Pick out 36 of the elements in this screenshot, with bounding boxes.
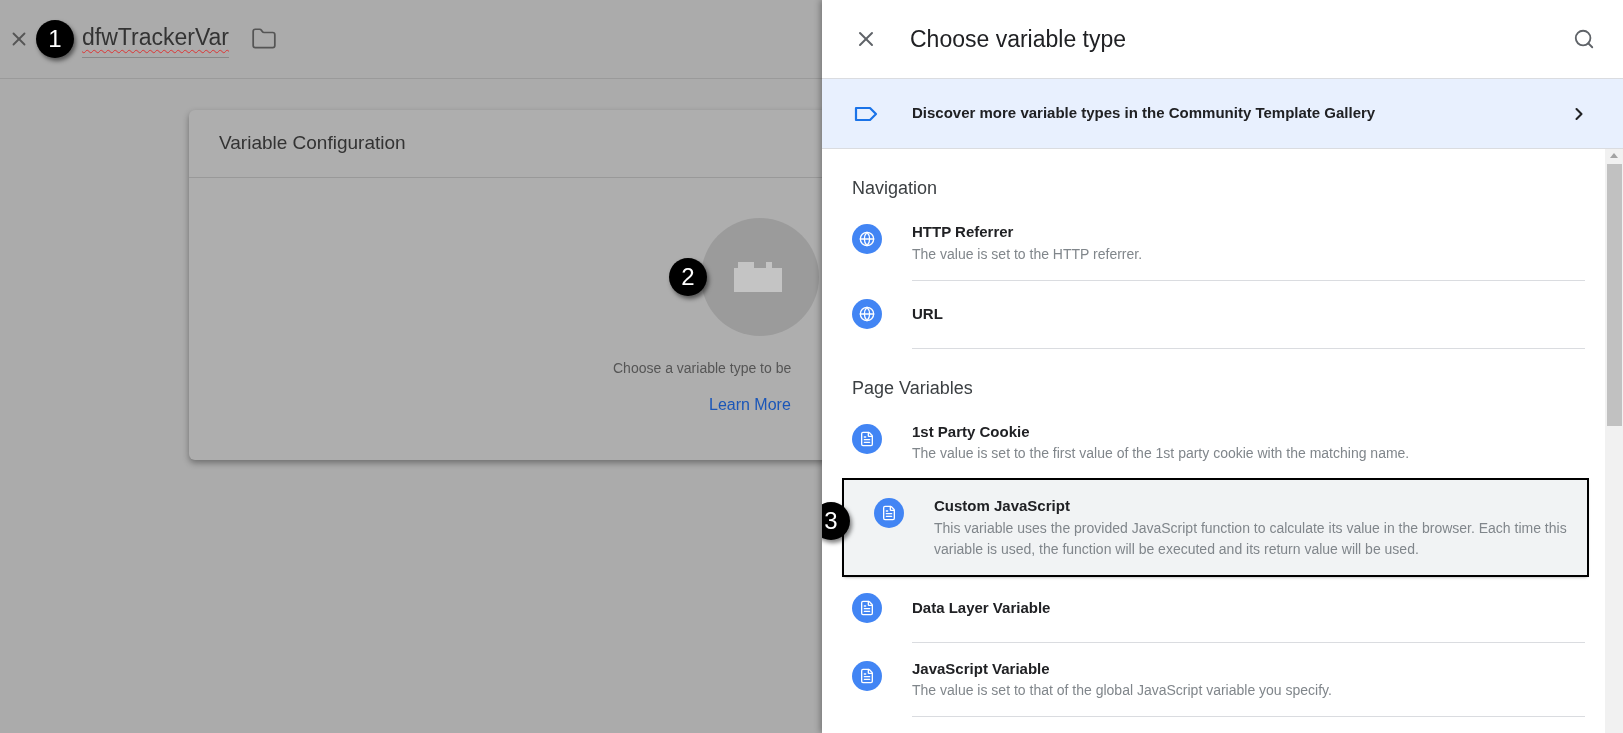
variable-type-item[interactable]: Data Layer Variable (822, 574, 1605, 643)
callout-number: 2 (669, 258, 707, 296)
section-heading: Navigation (852, 178, 938, 198)
item-description: The value is set to the HTTP referrer. (912, 244, 1144, 264)
variable-name-field[interactable]: dfwTrackerVar (82, 20, 229, 58)
label-icon (854, 105, 878, 122)
variable-type-item[interactable] (844, 480, 1587, 575)
item-title: 1st Party Cookie (912, 421, 1031, 442)
folder-icon[interactable] (251, 26, 277, 52)
item-description: This variable uses the provided JavaScript function to calculate its value in the browser. Each time this variable is used, the function will be executed and its return value will be used. (934, 518, 1567, 559)
item-title: URL (912, 303, 944, 324)
scrollbar[interactable] (1605, 149, 1623, 733)
globe-icon (852, 298, 882, 329)
document-icon (874, 498, 904, 528)
variable-type-item[interactable]: JavaScript Variable The value is set to that of the global JavaScript variable you specify. (822, 642, 1605, 717)
callout-number: 1 (36, 20, 74, 58)
gallery-banner[interactable]: Discover more variable types in the Community Template Gallery (822, 79, 1623, 149)
hint-text: Choose a variable type to be (613, 359, 792, 378)
document-icon (852, 660, 882, 691)
variable-type-item[interactable]: HTTP Referrer The value is set to the HTTP referrer. (822, 206, 1605, 281)
item-title: HTTP Referrer (912, 222, 1015, 242)
item-description: The value is set to that of the global JavaScript variable you specify. (912, 681, 1333, 700)
panel-title: Choose variable type (910, 24, 1128, 54)
item-title: Custom JavaScript (934, 496, 1071, 516)
document-icon (852, 592, 882, 623)
item-description: The value is set to the first value of the 1st party cookie with the matching name. (912, 444, 1411, 463)
banner-text: Discover more variable types in the Community Template Gallery (912, 103, 1377, 124)
search-icon[interactable] (1573, 28, 1595, 50)
section-heading: Page Variables (852, 377, 973, 398)
callout-number: 3 (822, 502, 850, 540)
document-icon (852, 423, 882, 454)
item-title: Data Layer Variable (912, 597, 1052, 618)
item-title: JavaScript Variable (912, 658, 1051, 679)
card-heading: Variable Configuration (219, 131, 406, 156)
globe-icon (852, 224, 882, 254)
variable-type-item[interactable]: URL (822, 280, 1605, 349)
